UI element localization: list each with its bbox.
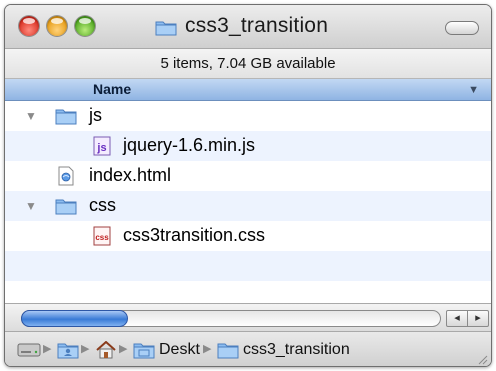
finder-window: css3_transition 5 items, 7.04 GB availab… — [4, 4, 492, 367]
resize-grip-icon[interactable] — [476, 353, 488, 365]
list-item[interactable]: ▼ css — [5, 191, 491, 221]
scroll-left-button[interactable]: ◂ — [446, 310, 468, 327]
file-name: css — [89, 195, 116, 215]
arrow-right-icon: ▸ — [475, 312, 481, 324]
title-bar[interactable]: css3_transition — [5, 5, 491, 49]
list-item[interactable]: index.html — [5, 161, 491, 191]
disclosure-triangle-icon[interactable]: ▼ — [25, 109, 37, 123]
file-name: jquery-1.6.min.js — [123, 135, 256, 155]
folder-icon — [55, 199, 77, 215]
empty-row — [5, 251, 491, 281]
path-separator-icon: ▶ — [119, 343, 128, 355]
javascript-file-icon: js — [93, 136, 111, 156]
file-name: index.html — [89, 165, 172, 185]
arrow-left-icon: ◂ — [454, 312, 460, 324]
status-bar: 5 items, 7.04 GB available — [5, 49, 491, 79]
column-header-label: Name — [93, 81, 132, 97]
folder-icon[interactable] — [217, 341, 239, 359]
minimize-button[interactable] — [47, 16, 67, 36]
folder-icon — [55, 109, 77, 125]
sort-descending-icon: ▼ — [468, 84, 479, 96]
path-bar: ▶ ▶ ▶ Deskt ▶ css3_transition — [5, 331, 491, 366]
svg-text:js: js — [96, 142, 106, 154]
list-item[interactable]: css css3transition.css — [5, 221, 491, 251]
horizontal-scrollbar[interactable]: ◂ ▸ — [5, 303, 491, 331]
column-header-name[interactable]: Name ▼ — [5, 79, 491, 101]
folder-icon — [155, 21, 177, 36]
path-separator-icon: ▶ — [81, 343, 90, 355]
user-folder-icon[interactable] — [57, 341, 79, 359]
path-item-current[interactable]: css3_transition — [243, 341, 350, 359]
path-separator-icon: ▶ — [203, 343, 212, 355]
path-separator-icon: ▶ — [43, 343, 52, 355]
home-icon[interactable] — [95, 341, 117, 359]
list-item[interactable]: ▼ js — [5, 101, 491, 131]
svg-text:css: css — [95, 233, 109, 242]
file-list: ▼ js js jquery-1.6.min.js index.html ▼ c… — [5, 101, 491, 303]
scroll-thumb[interactable] — [21, 310, 128, 327]
path-item-desktop[interactable]: Deskt — [159, 341, 200, 359]
window-title: css3_transition — [185, 14, 329, 37]
html-file-icon — [58, 166, 74, 186]
file-name: css3transition.css — [123, 225, 266, 245]
hard-drive-icon[interactable] — [17, 341, 41, 359]
zoom-button[interactable] — [75, 16, 95, 36]
desktop-folder-icon[interactable] — [133, 341, 155, 359]
status-text: 5 items, 7.04 GB available — [160, 55, 336, 72]
toolbar-toggle-button[interactable] — [445, 21, 479, 35]
empty-row — [5, 281, 491, 303]
css-file-icon: css — [93, 226, 111, 246]
disclosure-triangle-icon[interactable]: ▼ — [25, 199, 37, 213]
scroll-right-button[interactable]: ▸ — [467, 310, 489, 327]
list-item[interactable]: js jquery-1.6.min.js — [5, 131, 491, 161]
file-name: js — [89, 105, 102, 125]
close-button[interactable] — [19, 16, 39, 36]
